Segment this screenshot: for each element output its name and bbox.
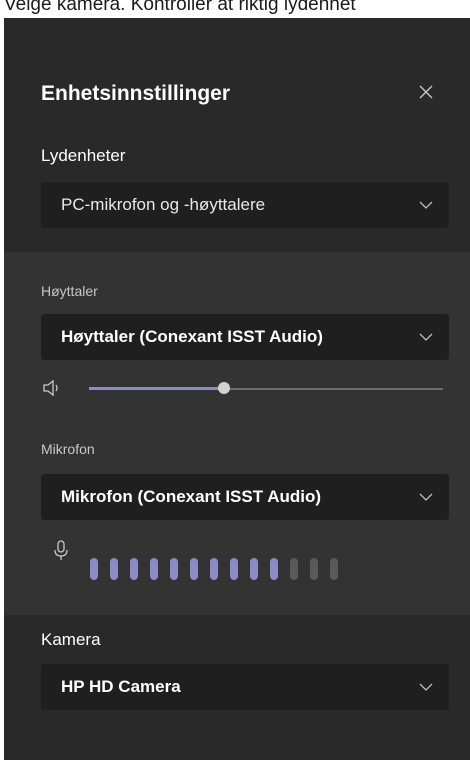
close-button[interactable] xyxy=(412,78,440,106)
camera-value: HP HD Camera xyxy=(61,677,181,696)
speaker-value: Høyttaler (Conexant ISST Audio) xyxy=(61,327,323,346)
microphone-label: Mikrofon xyxy=(41,441,95,457)
microphone-level-bar xyxy=(290,558,298,580)
microphone-level-bar xyxy=(170,558,178,580)
microphone-level-bar xyxy=(310,558,318,580)
microphone-level-bar xyxy=(90,558,98,580)
chevron-down-icon xyxy=(419,333,433,341)
camera-dropdown[interactable]: HP HD Camera xyxy=(41,664,449,710)
microphone-level-bar xyxy=(330,558,338,580)
chevron-down-icon xyxy=(419,683,433,691)
audio-devices-dropdown[interactable]: PC-mikrofon og -høyttalere xyxy=(41,182,449,228)
microphone-level-bar xyxy=(110,558,118,580)
chevron-down-icon xyxy=(419,493,433,501)
panel-title: Enhetsinnstillinger xyxy=(41,82,231,105)
audio-devices-value: PC-mikrofon og -høyttalere xyxy=(61,195,266,214)
microphone-level-bar xyxy=(130,558,138,580)
speaker-label: Høyttaler xyxy=(41,283,98,299)
speaker-dropdown[interactable]: Høyttaler (Conexant ISST Audio) xyxy=(41,314,449,360)
microphone-value: Mikrofon (Conexant ISST Audio) xyxy=(61,487,322,506)
microphone-icon xyxy=(54,540,68,560)
volume-slider-thumb[interactable] xyxy=(218,382,230,394)
microphone-level-bar xyxy=(230,558,238,580)
close-icon xyxy=(419,85,433,99)
microphone-level-bar xyxy=(210,558,218,580)
microphone-level-bar xyxy=(270,558,278,580)
speaker-icon[interactable] xyxy=(42,378,64,398)
microphone-level-bar xyxy=(250,558,258,580)
microphone-level-bar xyxy=(190,558,198,580)
microphone-dropdown[interactable]: Mikrofon (Conexant ISST Audio) xyxy=(41,474,449,520)
audio-devices-label: Lydenheter xyxy=(41,146,126,165)
microphone-level-bar xyxy=(150,558,158,580)
camera-label: Kamera xyxy=(41,630,101,649)
device-settings-panel: Enhetsinnstillinger Lydenheter PC-mikrof… xyxy=(4,18,470,760)
volume-slider-fill xyxy=(89,387,224,390)
top-caption: Velge kamera. Kontroller at riktig lyden… xyxy=(4,0,356,15)
chevron-down-icon xyxy=(419,201,433,209)
